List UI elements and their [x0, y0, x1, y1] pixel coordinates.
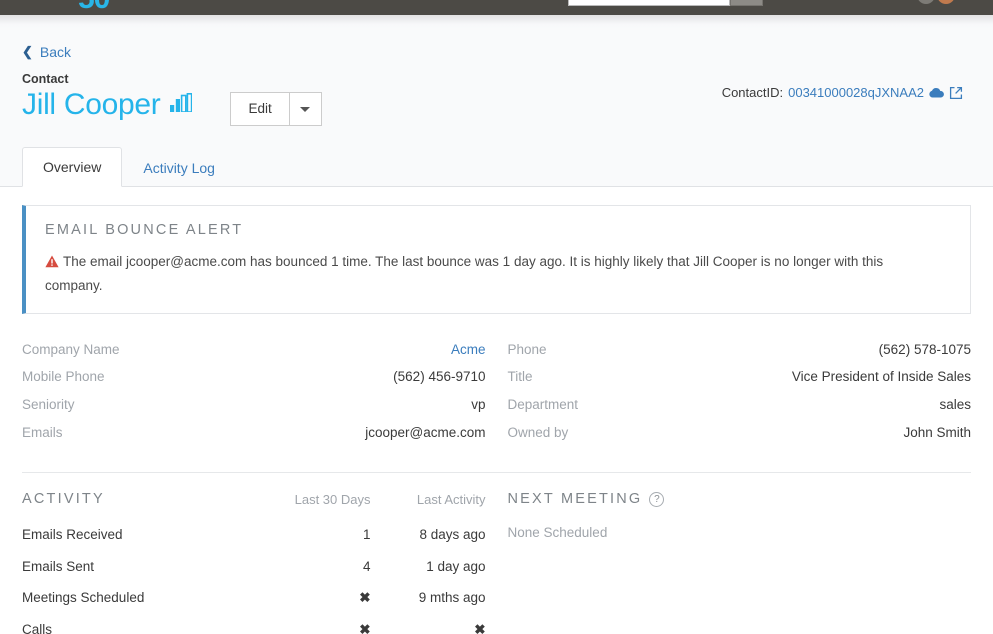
- next-meeting-title: NEXT MEETING: [507, 491, 643, 508]
- field-value: John Smith: [903, 424, 971, 440]
- field-value: Vice President of Inside Sales: [791, 369, 971, 385]
- field-company-name: Company Name Acme: [22, 336, 486, 364]
- field-mobile-phone: Mobile Phone (562) 456-9710: [22, 363, 486, 391]
- activity-section-title: ACTIVITY: [22, 491, 105, 508]
- email-bounce-alert: EMAIL BOUNCE ALERT The email jcooper@acm…: [22, 205, 971, 314]
- contact-id-label: ContactID:: [721, 85, 784, 100]
- record-header-left: Contact Jill Cooper Edit: [22, 72, 322, 127]
- field-label: Company Name: [22, 341, 120, 357]
- chevron-down-icon: [300, 106, 311, 112]
- activity-last-30: 4: [362, 558, 371, 574]
- activity-header-row: ACTIVITY Last 30 Days Last Activity: [22, 491, 486, 519]
- edit-button-group[interactable]: Edit: [230, 92, 322, 127]
- activity-last: 9 mths ago: [418, 590, 486, 606]
- edit-dropdown-toggle[interactable]: [289, 92, 322, 127]
- activity-last: 1 day ago: [426, 558, 486, 574]
- table-row: Calls ✖ ✖: [22, 614, 486, 634]
- field-label: Seniority: [22, 397, 75, 413]
- next-meeting-title-row: NEXT MEETING ?: [508, 491, 972, 507]
- field-label: Mobile Phone: [22, 369, 105, 385]
- field-label: Title: [507, 369, 533, 385]
- record-title-block: Contact Jill Cooper: [22, 72, 193, 121]
- contact-id-block: ContactID: 00341000028qJXNAA2: [722, 85, 963, 100]
- activity-section: ACTIVITY Last 30 Days Last Activity Emai…: [22, 491, 486, 634]
- avatar[interactable]: [937, 0, 955, 4]
- activity-name: Emails Received: [22, 527, 123, 543]
- help-circle-icon[interactable]: ?: [649, 491, 665, 507]
- topbar-shadow: [0, 15, 993, 29]
- top-navbar: 50: [0, 0, 993, 15]
- field-label: Department: [507, 397, 579, 413]
- next-meeting-body: None Scheduled: [507, 525, 608, 541]
- external-link-icon[interactable]: [949, 86, 963, 100]
- page-title: Jill Cooper: [22, 87, 161, 121]
- field-value: jcooper@acme.com: [365, 424, 486, 440]
- field-value: (562) 578-1075: [878, 341, 971, 357]
- alert-body: The email jcooper@acme.com has bounced 1…: [45, 251, 925, 297]
- field-value[interactable]: Acme: [451, 340, 486, 360]
- field-department: Department sales: [508, 391, 972, 419]
- activity-name: Emails Sent: [22, 558, 95, 574]
- field-value: sales: [939, 397, 971, 413]
- record-header: Contact Jill Cooper Edit ContactID: 0034…: [0, 61, 993, 127]
- detail-fields-left: Company Name Acme Mobile Phone (562) 456…: [22, 336, 486, 446]
- alert-message: The email jcooper@acme.com has bounced 1…: [45, 254, 884, 294]
- field-title: Title Vice President of Inside Sales: [508, 363, 972, 391]
- back-row: ❮ Back: [0, 29, 993, 61]
- tab-activity-log[interactable]: Activity Log: [122, 148, 236, 187]
- table-row: Emails Sent 4 1 day ago: [22, 551, 486, 583]
- edit-button[interactable]: Edit: [230, 92, 290, 127]
- table-row: Emails Received 1 8 days ago: [22, 519, 486, 551]
- activity-last-30: ✖: [359, 590, 371, 606]
- table-row: Meetings Scheduled ✖ 9 mths ago: [22, 582, 486, 614]
- next-meeting-section: NEXT MEETING ? None Scheduled: [508, 491, 972, 634]
- contact-name-row: Jill Cooper: [22, 87, 193, 121]
- avatar[interactable]: [917, 0, 935, 4]
- back-link[interactable]: ❮ Back: [22, 44, 71, 60]
- page-body: ❮ Back Contact Jill Cooper Edit ContactI…: [0, 29, 993, 634]
- activity-name: Calls: [22, 621, 53, 634]
- field-label: Owned by: [507, 424, 569, 440]
- activity-last: ✖: [474, 621, 486, 634]
- global-search-button[interactable]: [730, 0, 763, 6]
- contact-id-value[interactable]: 00341000028qJXNAA2: [788, 85, 924, 100]
- activity-last-30: 1: [362, 527, 371, 543]
- field-owned-by: Owned by John Smith: [508, 419, 972, 447]
- overview-panel: EMAIL BOUNCE ALERT The email jcooper@acm…: [0, 187, 993, 634]
- activity-last-30: ✖: [359, 621, 371, 634]
- alert-title: EMAIL BOUNCE ALERT: [45, 222, 244, 239]
- warning-triangle-icon: [45, 253, 59, 275]
- field-phone: Phone (562) 578-1075: [508, 336, 972, 364]
- field-seniority: Seniority vp: [22, 391, 486, 419]
- column-last-activity: Last Activity: [416, 492, 486, 508]
- lower-sections: ACTIVITY Last 30 Days Last Activity Emai…: [22, 473, 971, 634]
- user-avatars[interactable]: [917, 0, 955, 4]
- tab-bar: Overview Activity Log: [0, 147, 993, 188]
- field-value: (562) 456-9710: [393, 369, 486, 385]
- activity-table: ACTIVITY Last 30 Days Last Activity Emai…: [22, 491, 486, 634]
- bar-chart-rank-icon: [170, 92, 193, 117]
- chevron-left-icon: ❮: [22, 44, 33, 59]
- cloud-icon: [929, 87, 944, 98]
- tab-overview[interactable]: Overview: [22, 147, 123, 188]
- activity-name: Meetings Scheduled: [22, 590, 145, 606]
- field-value: vp: [471, 397, 486, 413]
- record-type-label: Contact: [22, 72, 69, 86]
- detail-fields-right: Phone (562) 578-1075 Title Vice Presiden…: [508, 336, 972, 446]
- field-label: Emails: [22, 424, 63, 440]
- app-logo[interactable]: 50: [78, 0, 110, 14]
- column-last-30-days: Last 30 Days: [294, 492, 371, 508]
- activity-last: 8 days ago: [419, 527, 486, 543]
- back-label: Back: [39, 43, 72, 60]
- detail-fields: Company Name Acme Mobile Phone (562) 456…: [22, 336, 971, 462]
- global-search-input[interactable]: [568, 0, 730, 6]
- field-label: Phone: [507, 341, 547, 357]
- field-emails: Emails jcooper@acme.com: [22, 419, 486, 447]
